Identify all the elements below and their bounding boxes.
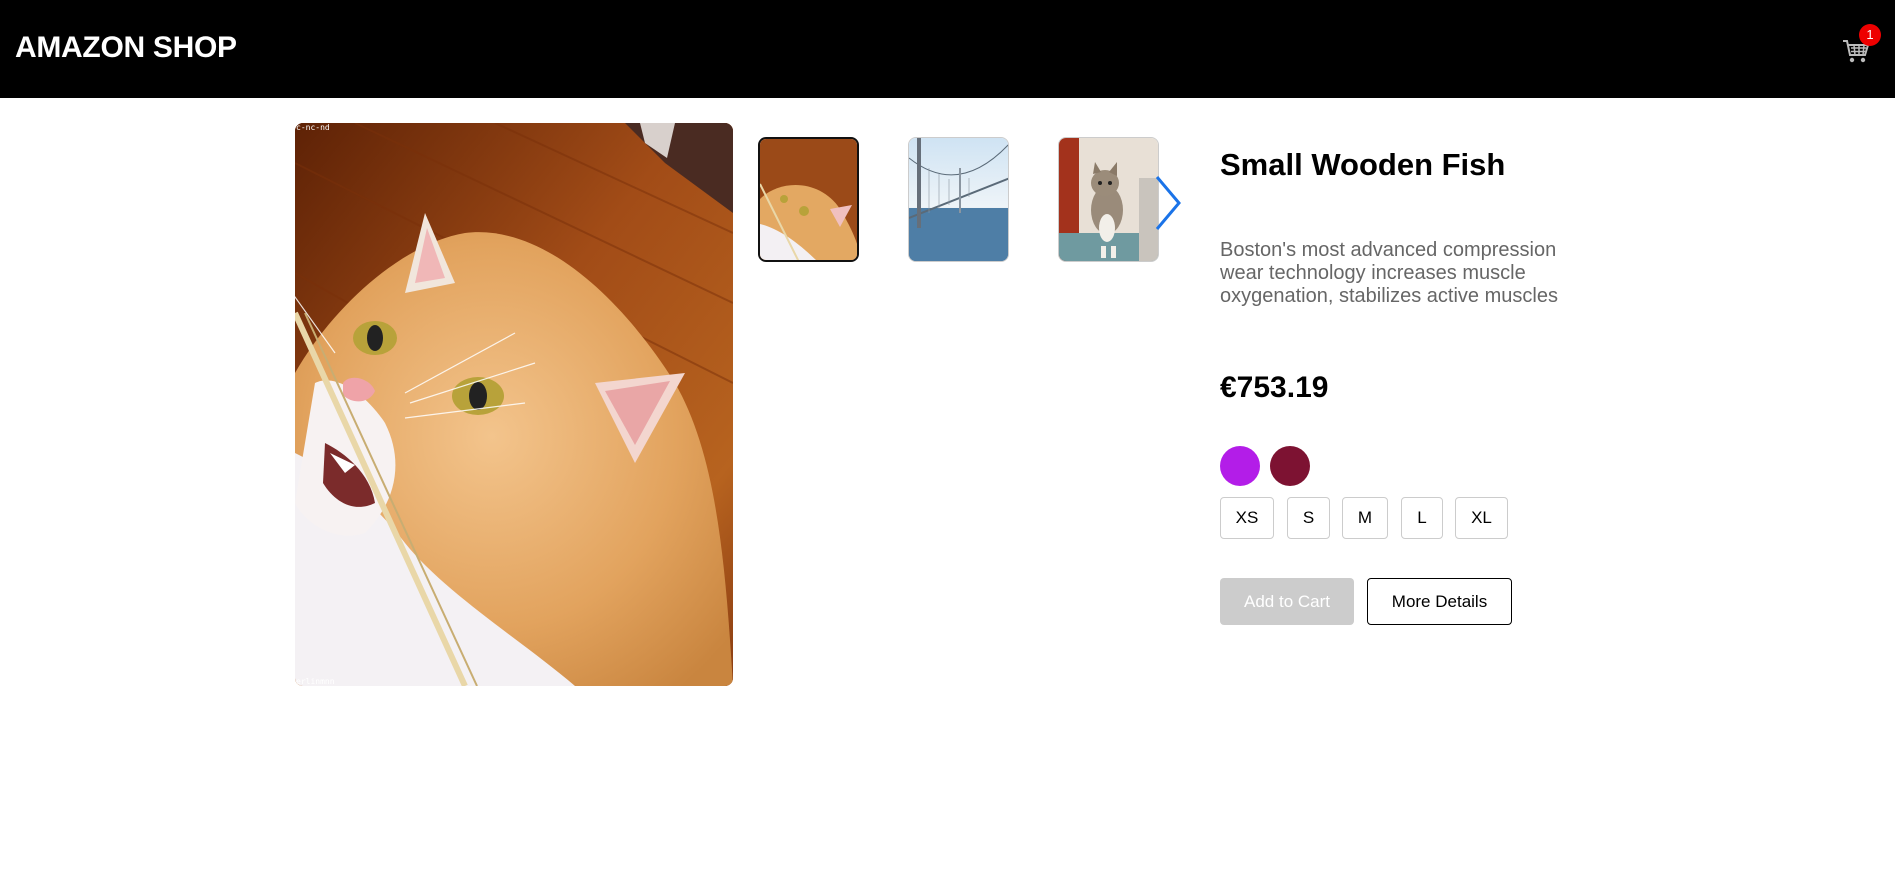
watermark-top: c-nc-nd — [296, 123, 330, 132]
thumbnail-bridge[interactable] — [908, 137, 1009, 262]
kitten-thumbnail-image — [1059, 138, 1158, 261]
color-swatch-purple[interactable] — [1220, 446, 1260, 486]
watermark-bottom: erlinmnn — [296, 677, 335, 686]
size-xl-button[interactable]: XL — [1455, 497, 1508, 539]
size-l-button[interactable]: L — [1401, 497, 1443, 539]
cat-thumbnail-image — [760, 139, 857, 260]
chevron-right-icon — [1155, 176, 1181, 230]
size-xs-button[interactable]: XS — [1220, 497, 1274, 539]
size-m-button[interactable]: M — [1342, 497, 1388, 539]
bridge-thumbnail-image — [909, 138, 1008, 261]
cart-button[interactable]: 1 — [1842, 24, 1881, 66]
color-swatch-burgundy[interactable] — [1270, 446, 1310, 486]
more-details-button[interactable]: More Details — [1367, 578, 1512, 625]
top-header: AMAZON SHOP 1 — [0, 0, 1895, 98]
cart-count-badge: 1 — [1859, 24, 1881, 46]
next-thumbnail-button[interactable] — [1153, 175, 1183, 231]
product-price: €753.19 — [1220, 371, 1329, 404]
thumbnail-cat[interactable] — [758, 137, 859, 262]
brand-logo[interactable]: AMAZON SHOP — [15, 30, 237, 66]
product-description: Boston's most advanced compression wear … — [1220, 239, 1558, 307]
thumbnail-kitten[interactable] — [1058, 137, 1159, 262]
size-s-button[interactable]: S — [1287, 497, 1330, 539]
cat-illustration — [295, 123, 733, 686]
main-product-image: c-nc-nd erlinmnn — [295, 123, 733, 686]
product-title: Small Wooden Fish — [1220, 147, 1506, 182]
add-to-cart-button[interactable]: Add to Cart — [1220, 578, 1354, 625]
